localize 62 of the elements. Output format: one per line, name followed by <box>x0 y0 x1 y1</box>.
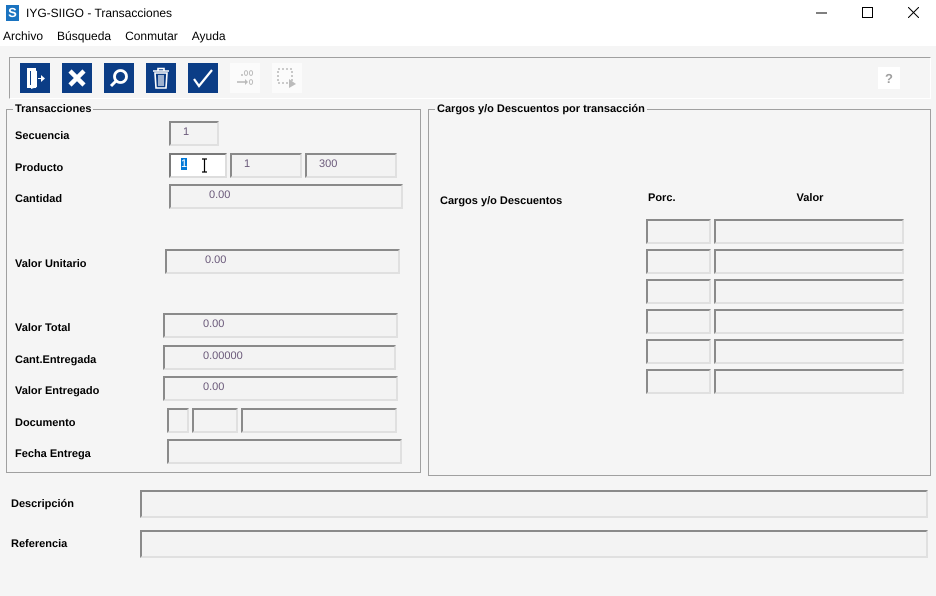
input-field[interactable] <box>646 369 711 394</box>
input-field[interactable] <box>714 219 904 244</box>
menu-item[interactable]: Ayuda <box>192 28 226 42</box>
input-field[interactable] <box>714 309 904 334</box>
input-field[interactable]: 1 <box>169 121 219 146</box>
input-field[interactable] <box>714 249 904 274</box>
group-title: Cargos y/o Descuentos por transacción <box>436 103 646 115</box>
input-field[interactable] <box>192 408 238 432</box>
toolbar-button[interactable] <box>20 63 50 93</box>
field-label: Cant.Entregada <box>15 354 96 366</box>
input-field[interactable] <box>646 309 711 334</box>
toolbar-button[interactable] <box>104 63 134 93</box>
field-label: Valor Total <box>15 322 70 334</box>
input-field[interactable] <box>140 530 928 558</box>
toolbar-button[interactable] <box>146 63 176 93</box>
window-title: IYG-SIIGO - Transacciones <box>26 6 174 20</box>
exit-door-icon <box>25 67 45 89</box>
input-field[interactable] <box>714 339 904 364</box>
checkmark-icon <box>192 68 214 88</box>
column-header: Valor <box>796 192 824 206</box>
input-field[interactable] <box>167 408 189 432</box>
text-cursor-icon <box>201 158 208 172</box>
field-label: Producto <box>15 162 64 174</box>
toolbar-button[interactable] <box>62 63 92 93</box>
field-label: Valor Entregado <box>15 385 100 397</box>
field-label: Descripción <box>11 498 74 510</box>
section-label: Cargos y/o Descuentos <box>440 195 564 207</box>
field-label: Documento <box>15 416 76 428</box>
decimal-arrow-icon <box>234 68 256 88</box>
input-field[interactable]: 0.00 <box>169 184 403 209</box>
field-label: Referencia <box>11 538 68 550</box>
menu-item[interactable]: Conmutar <box>125 28 178 42</box>
input-field[interactable]: 300 <box>305 152 397 178</box>
input-field[interactable]: 0.00 <box>163 313 398 338</box>
input-field[interactable] <box>646 219 711 244</box>
input-field[interactable] <box>646 339 711 364</box>
column-header: Porc. <box>648 192 676 206</box>
menu-item[interactable]: Archivo <box>3 28 44 42</box>
input-field[interactable] <box>646 249 711 274</box>
selection-icon <box>276 67 298 89</box>
field-label: Valor Unitario <box>15 258 87 270</box>
input-field[interactable] <box>167 439 402 464</box>
input-field[interactable] <box>140 490 928 518</box>
group-title: Transacciones <box>14 103 92 115</box>
input-field[interactable]: 0.00 <box>163 376 398 401</box>
input-field[interactable] <box>646 279 711 304</box>
input-field[interactable]: 0.00000 <box>163 344 396 370</box>
toolbar-button[interactable] <box>188 63 218 93</box>
input-field[interactable]: 1 <box>169 152 227 178</box>
app-logo: S <box>6 4 19 20</box>
field-label: Secuencia <box>15 130 70 142</box>
field-label: Fecha Entrega <box>15 448 91 460</box>
input-field[interactable]: 0.00 <box>165 248 400 274</box>
field-label: Cantidad <box>15 193 62 205</box>
close-icon <box>67 68 87 88</box>
input-field[interactable]: 1 <box>230 152 302 178</box>
search-icon <box>109 68 129 88</box>
menu-item[interactable]: Búsqueda <box>57 28 112 42</box>
trash-icon <box>152 67 170 89</box>
input-field[interactable] <box>714 279 904 304</box>
input-field[interactable] <box>241 408 397 432</box>
input-field[interactable] <box>714 369 904 394</box>
